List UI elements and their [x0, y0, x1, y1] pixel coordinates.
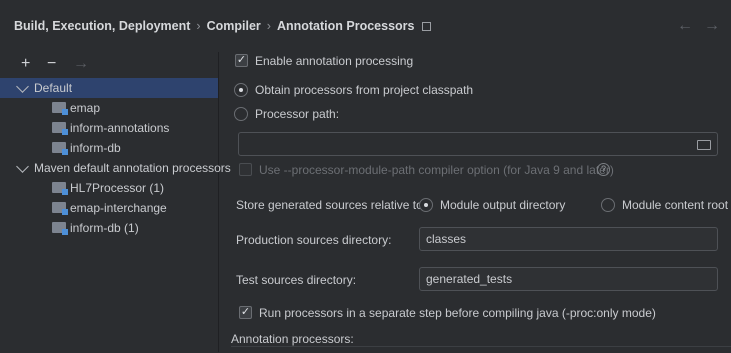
chevron-down-icon[interactable]	[16, 160, 29, 173]
tree-item-label: emap-interchange	[70, 201, 167, 215]
remove-profile-button[interactable]: −	[47, 55, 56, 73]
tree-item[interactable]: emap	[0, 98, 218, 118]
store-generated-label: Store generated sources relative to:	[236, 198, 427, 212]
tree-item[interactable]: inform-db (1)	[0, 218, 218, 238]
processor-module-path-label: Use --processor-module-path compiler opt…	[259, 163, 614, 177]
tree-item[interactable]: inform-annotations	[0, 118, 218, 138]
arrow-left-icon[interactable]: ←	[677, 17, 693, 35]
processor-path-radio[interactable]	[234, 107, 248, 121]
production-sources-label: Production sources directory:	[236, 233, 392, 247]
help-icon[interactable]: ?	[597, 163, 610, 176]
enable-annotation-processing-label: Enable annotation processing	[255, 54, 414, 68]
tree-item[interactable]: inform-db	[0, 138, 218, 158]
tree-item[interactable]: emap-interchange	[0, 198, 218, 218]
module-folder-icon	[52, 182, 68, 195]
tree-group-label: Maven default annotation processors	[34, 161, 231, 175]
enable-annotation-processing-checkbox[interactable]: ✓	[235, 54, 248, 67]
module-output-directory-label: Module output directory	[440, 198, 566, 212]
module-folder-icon	[52, 122, 68, 135]
processor-path-label: Processor path:	[255, 107, 340, 121]
module-folder-icon	[52, 102, 68, 115]
tree-group-maven[interactable]: Maven default annotation processors	[0, 158, 231, 178]
separate-step-checkbox[interactable]: ✓	[239, 306, 252, 319]
tree-item-label: inform-db (1)	[70, 221, 139, 235]
settings-header: Build, Execution, Deployment › Compiler › An…	[0, 0, 731, 52]
chevron-down-icon[interactable]	[16, 80, 29, 93]
arrow-right-icon[interactable]: →	[704, 17, 720, 35]
separate-step-label: Run processors in a separate step before…	[259, 306, 656, 320]
tree-item[interactable]: HL7Processor (1)	[0, 178, 218, 198]
annotation-processors-label: Annotation processors:	[231, 332, 354, 346]
folder-icon[interactable]	[697, 140, 711, 150]
module-content-root-label: Module content root	[622, 198, 729, 212]
tree-item-label: inform-annotations	[70, 121, 170, 135]
tree-group-default[interactable]: Default	[0, 78, 218, 98]
obtain-from-classpath-label: Obtain processors from project classpath	[255, 83, 474, 97]
module-content-root-radio[interactable]	[601, 198, 615, 212]
module-folder-icon	[52, 202, 68, 215]
breadcrumb: Build, Execution, Deployment › Compiler › An…	[14, 19, 432, 33]
test-sources-input[interactable]: generated_tests	[419, 267, 718, 291]
test-sources-label: Test sources directory:	[236, 273, 357, 287]
processor-path-field[interactable]	[238, 132, 718, 156]
breadcrumb-item-annotation-processors: Annotation Processors	[276, 19, 415, 33]
move-profile-button[interactable]: →	[73, 55, 89, 73]
module-folder-icon	[52, 222, 68, 235]
breadcrumb-item-compiler[interactable]: Compiler	[207, 19, 261, 33]
tree-group-label: Default	[34, 81, 73, 95]
breadcrumb-separator: ›	[196, 19, 201, 33]
breadcrumb-separator: ›	[266, 19, 271, 33]
tree-item-label: emap	[70, 101, 101, 115]
processor-module-path-checkbox[interactable]	[239, 163, 252, 176]
breadcrumb-item-build[interactable]: Build, Execution, Deployment	[14, 19, 190, 33]
tree-item-label: HL7Processor (1)	[70, 181, 165, 195]
obtain-from-classpath-radio[interactable]	[234, 83, 248, 97]
book-icon	[422, 22, 432, 31]
add-profile-button[interactable]: +	[21, 55, 30, 73]
tree-item-label: inform-db	[70, 141, 121, 155]
production-sources-input[interactable]: classes	[419, 227, 718, 251]
module-output-directory-radio[interactable]	[419, 198, 433, 212]
module-folder-icon	[52, 142, 68, 155]
